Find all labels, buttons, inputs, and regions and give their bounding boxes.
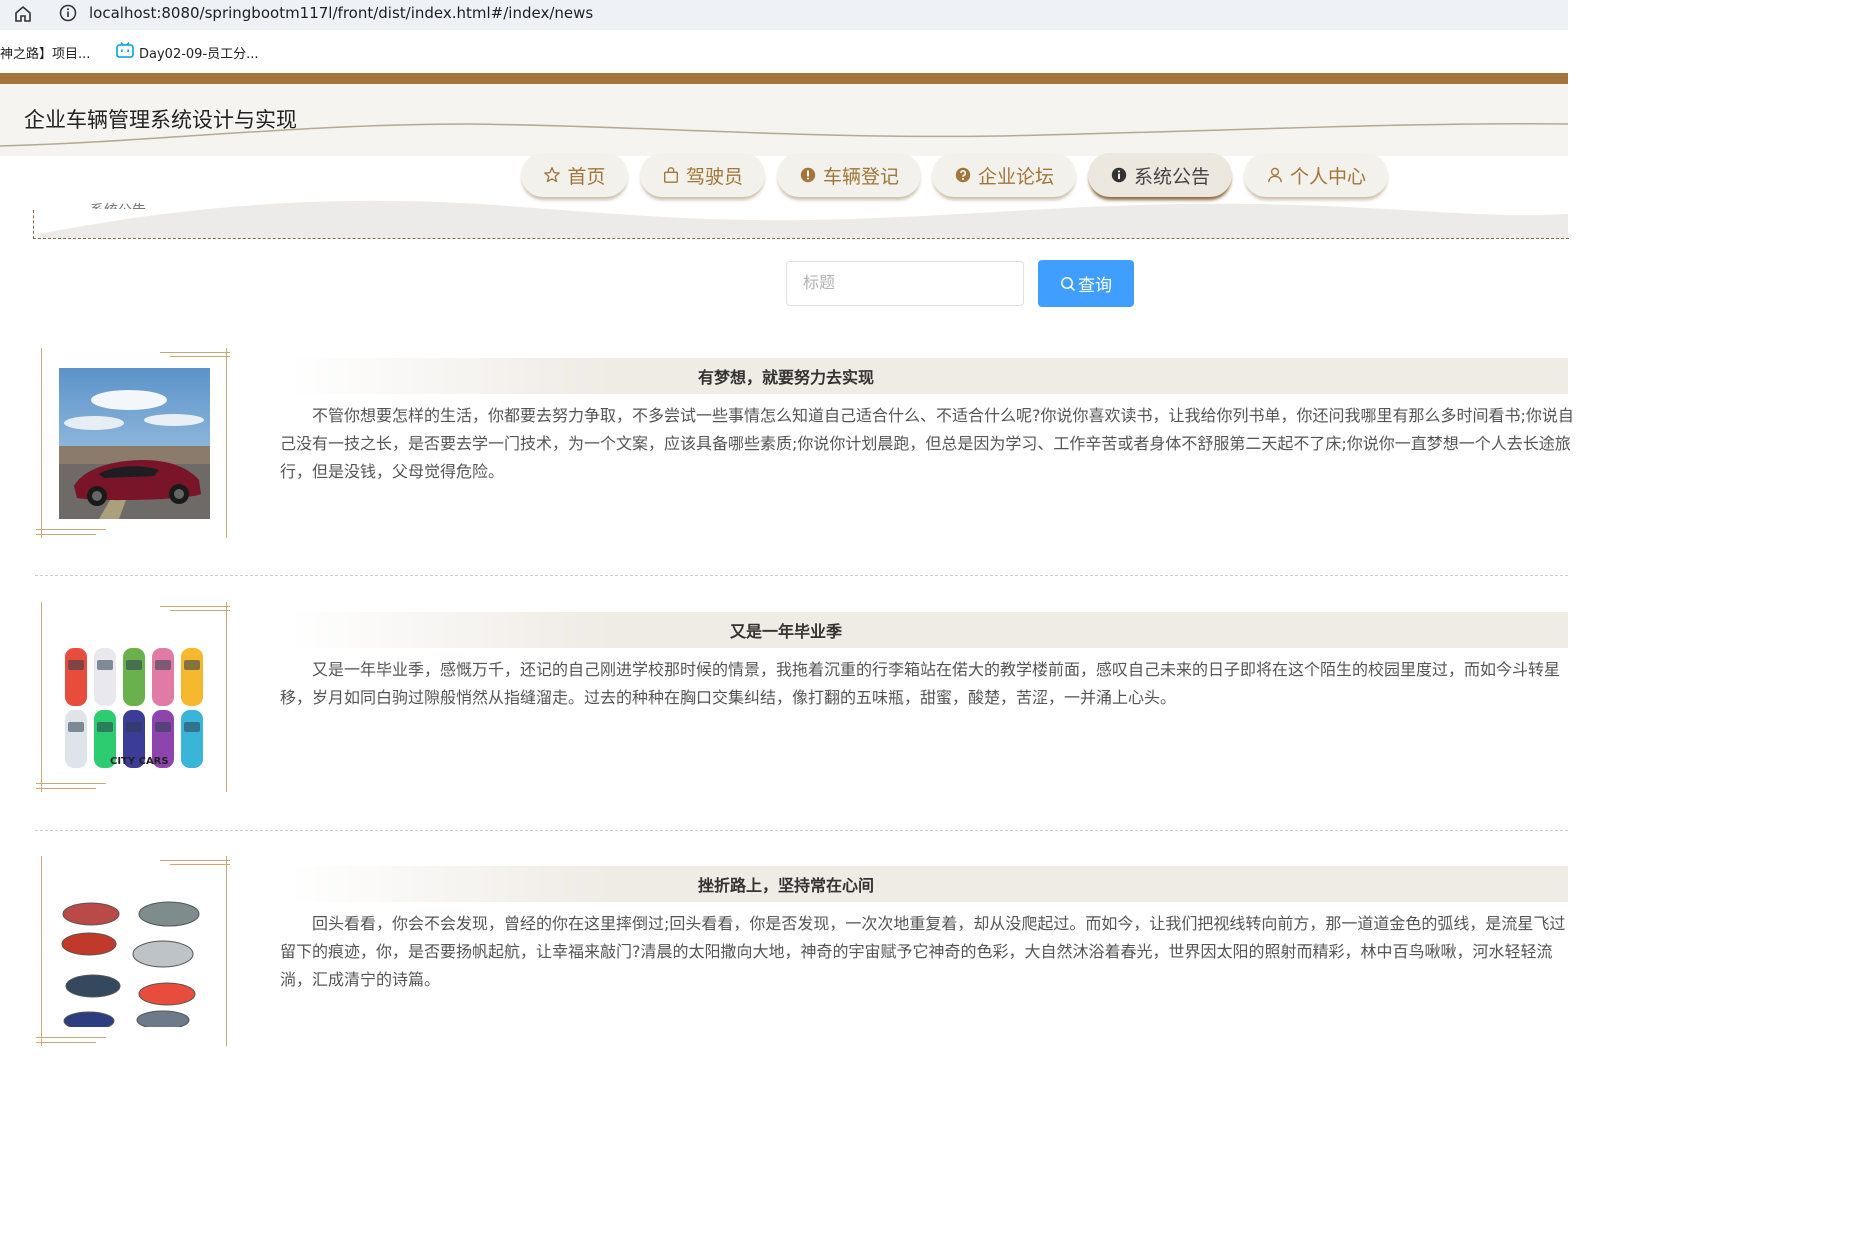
news-summary: 回头看看，你会不会发现，曾经的你在这里摔倒过;回头看看，你是否发现，一次次地重复… xyxy=(280,914,1566,989)
nav-label: 企业论坛 xyxy=(977,165,1054,188)
star-icon xyxy=(544,167,561,183)
bag-icon xyxy=(664,167,678,183)
nav-label: 首页 xyxy=(567,165,606,188)
bookmark-item[interactable]: Day02-09-员工分... xyxy=(139,43,259,62)
header-top-bar xyxy=(0,73,1568,84)
news-item[interactable]: 挫折路上，坚持常在心间 回头看看，你会不会发现，曾经的你在这里摔倒过;回头看看，… xyxy=(0,856,1568,1110)
nav-announcements[interactable]: 系统公告 xyxy=(1088,153,1232,197)
news-item[interactable]: CITY CARS 又是一年毕业季 又是一年毕业季，感慨万千，还记的自己刚进学校… xyxy=(0,602,1568,856)
divider xyxy=(35,830,1568,831)
news-thumbnail[interactable] xyxy=(59,622,210,773)
nav-forum[interactable]: 企业论坛 xyxy=(932,153,1076,197)
news-thumbnail[interactable] xyxy=(59,368,210,519)
news-title[interactable]: 挫折路上，坚持常在心间 xyxy=(0,872,1572,896)
news-summary: 不管你想要怎样的生活，你都要去努力争取，不多尝试一些事情怎么知道自己适合什么、不… xyxy=(280,406,1574,481)
question-circle-icon xyxy=(955,167,971,183)
divider xyxy=(35,575,1568,576)
user-icon xyxy=(1268,167,1282,183)
thumbnail-caption: CITY CARS xyxy=(110,756,169,767)
news-thumbnail[interactable] xyxy=(59,876,210,1027)
nav-label: 驾驶员 xyxy=(685,165,743,188)
info-circle-icon xyxy=(1111,167,1127,183)
site-info-icon[interactable] xyxy=(59,4,77,22)
news-item[interactable]: 有梦想，就要努力去实现 不管你想要怎样的生活，你都要去努力争取，不多尝试一些事情… xyxy=(0,348,1574,602)
news-title[interactable]: 又是一年毕业季 xyxy=(0,618,1572,642)
news-title[interactable]: 有梦想，就要努力去实现 xyxy=(0,364,1572,388)
bilibili-icon xyxy=(116,42,134,58)
url-text[interactable]: localhost:8080/springbootm117l/front/dis… xyxy=(89,4,593,22)
nav-label: 个人中心 xyxy=(1289,165,1366,188)
exclamation-circle-icon xyxy=(800,167,816,183)
breadcrumb-strip xyxy=(33,210,1569,239)
nav-home[interactable]: 首页 xyxy=(521,153,628,197)
bookmark-item[interactable]: 神之路】项目... xyxy=(0,43,90,62)
search-button[interactable]: 查询 xyxy=(1038,260,1134,307)
nav-vehicle-registration[interactable]: 车辆登记 xyxy=(777,153,921,197)
nav-label: 系统公告 xyxy=(1133,165,1210,188)
nav-label: 车辆登记 xyxy=(822,165,899,188)
search-input[interactable] xyxy=(786,261,1024,306)
home-icon[interactable] xyxy=(13,4,33,24)
site-title: 企业车辆管理系统设计与实现 xyxy=(24,108,297,132)
search-icon xyxy=(1061,276,1076,291)
nav-personal-center[interactable]: 个人中心 xyxy=(1244,153,1388,197)
news-summary: 又是一年毕业季，感慨万千，还记的自己刚进学校那时候的情景，我拖着沉重的行李箱站在… xyxy=(280,660,1561,707)
nav-drivers[interactable]: 驾驶员 xyxy=(640,153,765,197)
search-button-label: 查询 xyxy=(1078,276,1112,296)
